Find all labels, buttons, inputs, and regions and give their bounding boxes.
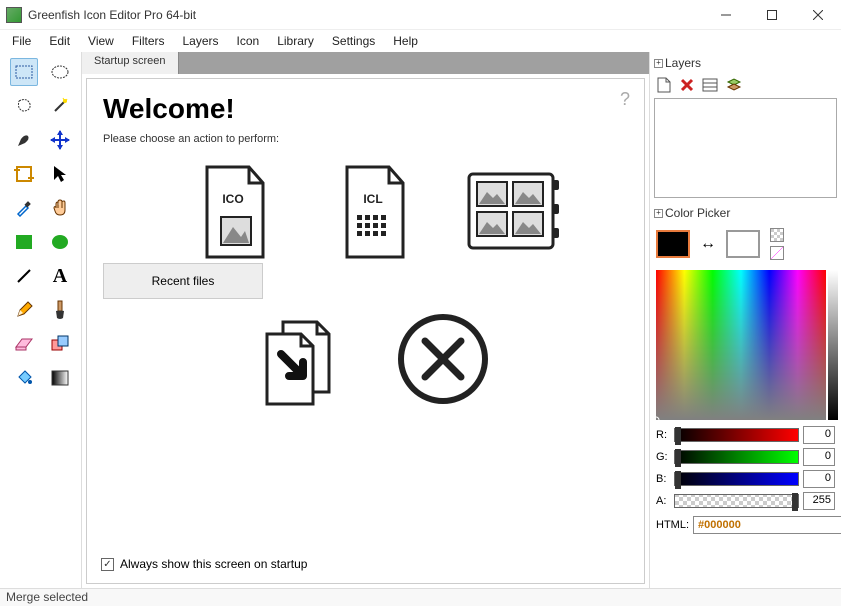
expand-icon: + xyxy=(654,59,663,68)
delete-layer-icon[interactable] xyxy=(680,78,694,92)
html-label: HTML: xyxy=(656,519,689,531)
toolbox: A xyxy=(0,52,82,588)
a-slider[interactable] xyxy=(674,494,799,508)
background-swatch[interactable] xyxy=(726,230,760,258)
welcome-panel: ? Welcome! Please choose an action to pe… xyxy=(86,78,645,584)
merge-layers-icon[interactable] xyxy=(726,78,744,92)
titlebar: Greenfish Icon Editor Pro 64-bit xyxy=(0,0,841,30)
eraser-tool[interactable] xyxy=(10,330,38,358)
menu-file[interactable]: File xyxy=(4,32,39,50)
recent-files-label: Recent files xyxy=(152,274,215,288)
help-icon[interactable]: ? xyxy=(620,89,630,110)
menu-library[interactable]: Library xyxy=(269,32,322,50)
gradient-tool[interactable] xyxy=(46,364,74,392)
status-bar: Merge selected xyxy=(0,588,841,606)
maximize-button[interactable] xyxy=(749,0,795,30)
new-layer-icon[interactable] xyxy=(656,76,672,94)
color-field[interactable] xyxy=(656,270,826,420)
swap-colors-icon[interactable]: ↔ xyxy=(700,235,716,253)
g-label: G: xyxy=(656,451,670,463)
minimize-button[interactable] xyxy=(703,0,749,30)
welcome-heading: Welcome! xyxy=(103,93,628,125)
menu-layers[interactable]: Layers xyxy=(175,32,227,50)
g-slider[interactable] xyxy=(674,450,799,464)
new-ico-action[interactable]: ICO xyxy=(183,163,283,263)
recent-files-button[interactable]: Recent files xyxy=(103,263,263,299)
new-icl-action[interactable]: ICL xyxy=(323,163,423,263)
r-label: R: xyxy=(656,429,670,441)
brush-tool[interactable] xyxy=(46,296,74,324)
line-tool[interactable] xyxy=(10,262,38,290)
menu-filters[interactable]: Filters xyxy=(124,32,173,50)
tab-startup[interactable]: Startup screen xyxy=(82,52,179,74)
invert-swatch[interactable] xyxy=(770,246,784,260)
menu-settings[interactable]: Settings xyxy=(324,32,383,50)
b-label: B: xyxy=(656,473,670,485)
window-title: Greenfish Icon Editor Pro 64-bit xyxy=(28,8,703,22)
colorpicker-panel-title[interactable]: +Color Picker xyxy=(654,204,837,222)
g-value[interactable]: 0 xyxy=(803,448,835,466)
app-icon xyxy=(6,7,22,23)
svg-text:ICO: ICO xyxy=(222,192,243,206)
layer-props-icon[interactable] xyxy=(702,78,718,92)
lasso-tool[interactable] xyxy=(10,92,38,120)
transparent-swatch[interactable] xyxy=(770,228,784,242)
foreground-swatch[interactable] xyxy=(656,230,690,258)
rectangle-tool[interactable] xyxy=(10,228,38,256)
layers-panel-title[interactable]: +Layers xyxy=(654,54,837,72)
tab-bar: Startup screen xyxy=(82,52,649,74)
menubar: File Edit View Filters Layers Icon Libra… xyxy=(0,30,841,52)
value-bar[interactable] xyxy=(828,270,838,420)
close-action[interactable] xyxy=(393,309,493,409)
open-file-action[interactable] xyxy=(253,309,353,409)
close-button[interactable] xyxy=(795,0,841,30)
text-tool[interactable]: A xyxy=(46,262,74,290)
hand-tool[interactable] xyxy=(46,194,74,222)
pointer-tool[interactable] xyxy=(46,160,74,188)
r-slider[interactable] xyxy=(674,428,799,442)
rect-select-tool[interactable] xyxy=(10,58,38,86)
status-text: Merge selected xyxy=(6,590,88,604)
svg-text:ICL: ICL xyxy=(363,192,382,206)
r-value[interactable]: 0 xyxy=(803,426,835,444)
move-tool[interactable] xyxy=(46,126,74,154)
ellipse-tool[interactable] xyxy=(46,228,74,256)
browse-library-action[interactable] xyxy=(463,163,563,263)
a-label: A: xyxy=(656,495,670,507)
magic-wand-tool[interactable] xyxy=(46,92,74,120)
pencil-tool[interactable] xyxy=(10,296,38,324)
menu-icon[interactable]: Icon xyxy=(229,32,268,50)
ellipse-select-tool[interactable] xyxy=(46,58,74,86)
always-show-checkbox[interactable]: ✓ Always show this screen on startup xyxy=(101,557,307,571)
bucket-tool[interactable] xyxy=(10,364,38,392)
menu-edit[interactable]: Edit xyxy=(41,32,78,50)
always-show-label: Always show this screen on startup xyxy=(120,557,307,571)
a-value[interactable]: 255 xyxy=(803,492,835,510)
checkbox-icon: ✓ xyxy=(101,558,114,571)
clone-tool[interactable] xyxy=(46,330,74,358)
welcome-subtitle: Please choose an action to perform: xyxy=(103,133,628,145)
b-value[interactable]: 0 xyxy=(803,470,835,488)
menu-help[interactable]: Help xyxy=(385,32,426,50)
crop-tool[interactable] xyxy=(10,160,38,188)
menu-view[interactable]: View xyxy=(80,32,122,50)
eyedropper-tool[interactable] xyxy=(10,194,38,222)
html-color-input[interactable] xyxy=(693,516,841,534)
expand-icon: + xyxy=(654,209,663,218)
b-slider[interactable] xyxy=(674,472,799,486)
pen-tool[interactable] xyxy=(10,126,38,154)
right-panel: +Layers +Color Picker ↔ R: 0 xyxy=(649,52,841,588)
layer-list[interactable] xyxy=(654,98,837,198)
